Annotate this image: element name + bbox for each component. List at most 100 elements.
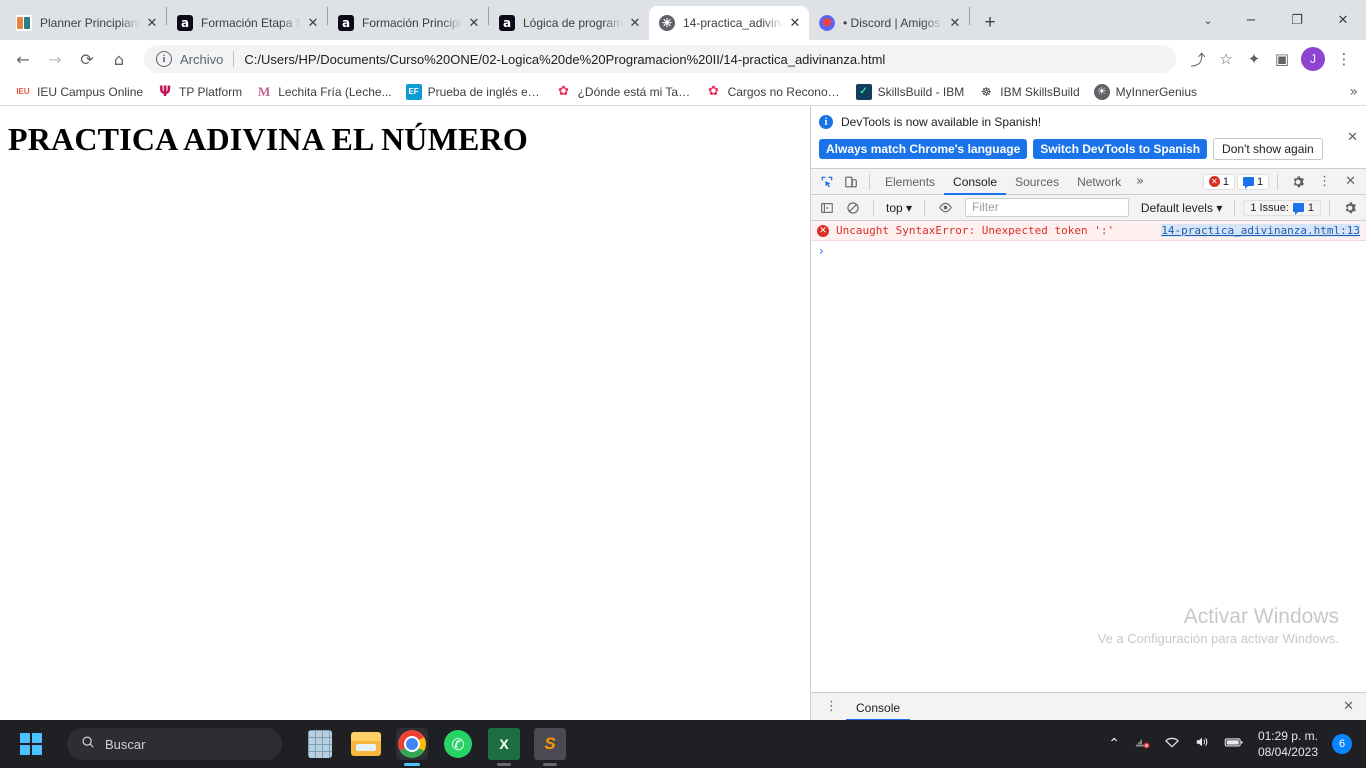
device-toggle-icon[interactable] xyxy=(839,171,863,193)
home-icon[interactable]: ⌂ xyxy=(104,44,134,74)
tab-close-icon[interactable]: ✕ xyxy=(144,15,160,31)
devtools-menu-icon[interactable]: ⋮ xyxy=(1312,174,1337,189)
start-square xyxy=(20,745,30,755)
tab-close-icon[interactable]: ✕ xyxy=(466,15,482,31)
tab-title: Formación Etapa Selec xyxy=(201,16,301,30)
address-bar[interactable]: i Archivo C:/Users/HP/Documents/Curso%20… xyxy=(144,45,1176,73)
banner-close-icon[interactable]: ✕ xyxy=(1347,130,1358,145)
start-button[interactable] xyxy=(20,733,42,755)
eye-icon[interactable] xyxy=(933,197,957,219)
tab-elements[interactable]: Elements xyxy=(876,169,944,195)
taskbar-search-box[interactable]: Buscar xyxy=(67,728,282,760)
whatsapp-icon[interactable]: ✆ xyxy=(442,728,474,760)
browser-tab-1[interactable]: a Formación Etapa Selec ✕ xyxy=(167,6,327,40)
browser-tab-0[interactable]: Planner Principiante d ✕ xyxy=(6,6,166,40)
tab-title: Lógica de programaci xyxy=(523,16,623,30)
drawer-tab-console[interactable]: Console xyxy=(846,693,911,721)
tab-close-icon[interactable]: ✕ xyxy=(787,15,803,31)
bookmarks-overflow-icon[interactable]: » xyxy=(1349,84,1358,100)
bookmark-item[interactable]: ☀ MyInnerGenius xyxy=(1087,81,1204,103)
clear-console-icon[interactable] xyxy=(841,197,865,219)
log-levels-selector[interactable]: Default levels ▾ xyxy=(1137,201,1226,215)
banner-message: DevTools is now available in Spanish! xyxy=(841,115,1042,129)
drawer-close-icon[interactable]: ✕ xyxy=(1337,699,1360,714)
tab-close-icon[interactable]: ✕ xyxy=(627,15,643,31)
start-square xyxy=(32,733,42,743)
search-tabs-icon[interactable]: ⌄ xyxy=(1188,4,1228,36)
divider xyxy=(873,199,874,216)
browser-tab-3[interactable]: a Lógica de programaci ✕ xyxy=(489,6,649,40)
tab-title: • Discord | Amigos xyxy=(843,16,941,30)
bookmark-item[interactable]: ✿ ¿Dónde está mi Tarj... xyxy=(549,81,699,103)
console-prompt[interactable]: › xyxy=(811,241,1366,261)
excel-icon[interactable]: X xyxy=(488,728,520,760)
inspect-cursor-icon[interactable] xyxy=(815,171,839,193)
chrome-menu-icon[interactable]: ⋮ xyxy=(1330,45,1358,73)
browser-tab-4-active[interactable]: ☀ 14-practica_adivinanz ✕ xyxy=(649,6,809,40)
avatar[interactable]: J xyxy=(1301,47,1325,71)
issues-badge[interactable]: 1 Issue: 1 xyxy=(1243,199,1321,216)
message-count-badge[interactable]: 1 xyxy=(1236,173,1270,190)
bookmark-label: Lechita Fría (Leche... xyxy=(278,84,392,99)
calculator-icon[interactable] xyxy=(304,728,336,760)
browser-tab-2[interactable]: a Formación Principiant ✕ xyxy=(328,6,488,40)
notification-badge[interactable]: 6 xyxy=(1332,734,1352,754)
browser-tab-5[interactable]: • Discord | Amigos ✕ xyxy=(809,6,969,40)
console-message-row[interactable]: ✕ Uncaught SyntaxError: Unexpected token… xyxy=(811,221,1366,241)
devtools-close-icon[interactable]: ✕ xyxy=(1339,174,1362,189)
error-count-badge[interactable]: ✕ 1 xyxy=(1202,173,1235,190)
bookmark-star-icon[interactable]: ☆ xyxy=(1212,45,1240,73)
bookmark-label: IEU Campus Online xyxy=(37,84,144,99)
battery-icon[interactable] xyxy=(1224,735,1244,753)
sublime-text-icon[interactable]: S xyxy=(534,728,566,760)
back-icon[interactable]: ← xyxy=(8,44,38,74)
execution-context-selector[interactable]: top ▾ xyxy=(882,201,916,215)
console-output[interactable]: ✕ Uncaught SyntaxError: Unexpected token… xyxy=(811,221,1366,692)
chevron-down-icon: ▾ xyxy=(906,200,913,215)
bookmark-item[interactable]: M Lechita Fría (Leche... xyxy=(249,81,398,103)
more-tabs-icon[interactable]: » xyxy=(1130,174,1150,189)
page-info-icon[interactable]: i xyxy=(156,51,172,67)
extensions-puzzle-icon[interactable]: ✦ xyxy=(1240,45,1268,73)
side-panel-icon[interactable]: ▣ xyxy=(1268,45,1296,73)
drawer-menu-icon[interactable]: ⋮ xyxy=(817,699,846,714)
dont-show-again-button[interactable]: Don't show again xyxy=(1213,138,1323,160)
close-window-button[interactable]: ✕ xyxy=(1320,4,1366,36)
gear-icon[interactable] xyxy=(1286,171,1310,193)
maximize-button[interactable]: ❐ xyxy=(1274,4,1320,36)
network-error-icon[interactable] xyxy=(1134,735,1150,753)
tab-close-icon[interactable]: ✕ xyxy=(947,15,963,31)
console-source-link[interactable]: 14-practica_adivinanza.html:13 xyxy=(1161,224,1360,237)
reload-icon[interactable]: ⟳ xyxy=(72,44,102,74)
always-match-language-button[interactable]: Always match Chrome's language xyxy=(819,139,1028,159)
tab-close-icon[interactable]: ✕ xyxy=(305,15,321,31)
tab-console[interactable]: Console xyxy=(944,169,1007,195)
file-explorer-icon[interactable] xyxy=(350,728,382,760)
tab-network[interactable]: Network xyxy=(1068,169,1130,195)
tray-chevron-up-icon[interactable]: ⌃ xyxy=(1108,736,1120,752)
alura-icon: a xyxy=(338,15,354,31)
chevron-down-icon: ▾ xyxy=(1216,200,1223,215)
page-title: PRACTICA ADIVINA EL NÚMERO xyxy=(8,121,528,157)
forward-icon[interactable]: → xyxy=(40,44,70,74)
new-tab-button[interactable]: + xyxy=(976,9,1004,37)
chrome-icon[interactable] xyxy=(396,728,428,760)
bookmark-item[interactable]: ✿ Cargos no Reconoc... xyxy=(699,81,849,103)
wifi-icon[interactable] xyxy=(1164,735,1180,753)
console-filter-input[interactable]: Filter xyxy=(965,198,1129,217)
taskbar-search-placeholder: Buscar xyxy=(105,736,146,752)
bookmark-item[interactable]: ☸ IBM SkillsBuild xyxy=(971,81,1086,103)
bookmark-item[interactable]: Ψ TP Platform xyxy=(150,81,249,103)
minimize-button[interactable]: − xyxy=(1228,4,1274,36)
taskbar-clock[interactable]: 01:29 p. m. 08/04/2023 xyxy=(1258,728,1318,760)
share-icon[interactable]: ⤴ xyxy=(1184,45,1212,73)
clock-time: 01:29 p. m. xyxy=(1257,728,1318,743)
console-sidebar-icon[interactable] xyxy=(815,197,839,219)
bookmark-item[interactable]: ✓ SkillsBuild - IBM xyxy=(849,81,972,103)
switch-to-spanish-button[interactable]: Switch DevTools to Spanish xyxy=(1033,139,1208,159)
console-settings-gear-icon[interactable] xyxy=(1338,197,1362,219)
bookmark-item[interactable]: EF Prueba de inglés en... xyxy=(399,81,549,103)
bookmark-item[interactable]: IEU IEU Campus Online xyxy=(8,81,150,103)
volume-icon[interactable] xyxy=(1194,735,1210,753)
tab-sources[interactable]: Sources xyxy=(1006,169,1068,195)
